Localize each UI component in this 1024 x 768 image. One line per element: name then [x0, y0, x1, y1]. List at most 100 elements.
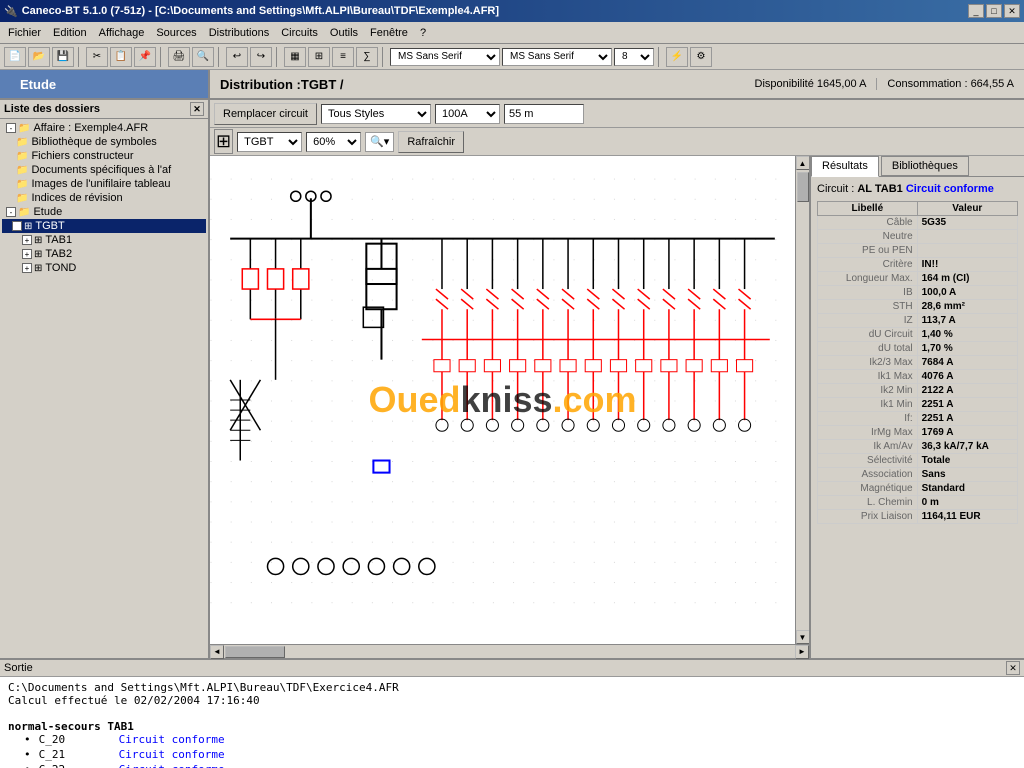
- menu-affichage[interactable]: Affichage: [93, 25, 151, 41]
- row-value: 113,7 A: [917, 314, 1017, 328]
- tree-toggle-tab1[interactable]: +: [22, 235, 32, 245]
- formula-button[interactable]: ∑: [356, 47, 378, 67]
- settings-button[interactable]: ⚙: [690, 47, 712, 67]
- list-bullet: •: [24, 763, 31, 768]
- cut-button[interactable]: ✂: [86, 47, 108, 67]
- tree-item-indices[interactable]: 📁 Indices de révision: [2, 191, 206, 205]
- hscroll-thumb[interactable]: [225, 646, 285, 658]
- menu-outils[interactable]: Outils: [324, 25, 364, 41]
- menu-circuits[interactable]: Circuits: [275, 25, 324, 41]
- tree-item-tgbt[interactable]: - ⊞ TGBT: [2, 219, 206, 233]
- tree-item-tab1[interactable]: + ⊞ TAB1: [2, 233, 206, 247]
- print-button[interactable]: 🖨: [168, 47, 190, 67]
- close-button[interactable]: ✕: [1004, 4, 1020, 18]
- paste-button[interactable]: 📌: [134, 47, 156, 67]
- table-row: dU total1,70 %: [818, 342, 1018, 356]
- tree-toggle-tgbt[interactable]: -: [12, 221, 22, 231]
- style-select[interactable]: Tous Styles: [321, 104, 431, 124]
- row-label: Ik1 Max: [818, 370, 918, 384]
- left-panel-close[interactable]: ✕: [190, 102, 204, 116]
- window-controls[interactable]: _ □ ✕: [968, 4, 1020, 18]
- zoom-select[interactable]: 60%: [306, 132, 361, 152]
- save-button[interactable]: 💾: [52, 47, 74, 67]
- circuit-name: AL TAB1: [857, 183, 902, 195]
- tree-label-indices: Indices de révision: [31, 192, 122, 204]
- menu-fenetre[interactable]: Fenêtre: [364, 25, 414, 41]
- row-value: Sans: [917, 468, 1017, 482]
- font-size-select[interactable]: 8: [614, 48, 654, 66]
- consommation-label: Consommation : 664,55 A: [876, 78, 1024, 90]
- menu-distributions[interactable]: Distributions: [203, 25, 276, 41]
- tree-item-affaire[interactable]: - 📁 Affaire : Exemple4.AFR: [2, 121, 206, 135]
- row-label: If:: [818, 412, 918, 426]
- log-items: •C_20Circuit conforme•C_21Circuit confor…: [8, 733, 1016, 768]
- schema-icon: ⊞: [214, 129, 233, 154]
- replace-circuit-button[interactable]: Remplacer circuit: [214, 103, 317, 125]
- level-select[interactable]: TGBT: [237, 132, 302, 152]
- row-value: 164 m (CI): [917, 272, 1017, 286]
- menu-sources[interactable]: Sources: [150, 25, 202, 41]
- tree-toggle[interactable]: -: [6, 123, 16, 133]
- tree-toggle-etude[interactable]: -: [6, 207, 16, 217]
- horizontal-scrollbar[interactable]: ◄ ►: [210, 644, 809, 658]
- distance-input[interactable]: [504, 104, 584, 124]
- menu-fichier[interactable]: Fichier: [2, 25, 47, 41]
- scroll-right-button[interactable]: ►: [795, 645, 809, 659]
- tree-item-fichiers[interactable]: 📁 Fichiers constructeur: [2, 149, 206, 163]
- row-label: Ik1 Min: [818, 398, 918, 412]
- scroll-up-button[interactable]: ▲: [796, 156, 810, 170]
- row-value: Standard: [917, 482, 1017, 496]
- right-panel-content: Circuit : AL TAB1 Circuit conforme Libel…: [811, 177, 1024, 658]
- toolbar-row1: 📄 📂 💾 ✂ 📋 📌 🖨 🔍 ↩ ↪ ▦ ⊞ ≡ ∑ MS Sans Seri…: [0, 44, 1024, 70]
- scroll-left-button[interactable]: ◄: [210, 645, 224, 659]
- canvas-area[interactable]: Ouedkniss.com: [210, 156, 795, 644]
- folder-icon: 📁: [16, 165, 28, 176]
- tree-item-tond[interactable]: + ⊞ TOND: [2, 261, 206, 275]
- row-label: Association: [818, 468, 918, 482]
- table-row: PE ou PEN: [818, 244, 1018, 258]
- row-value: 7684 A: [917, 356, 1017, 370]
- menu-help[interactable]: ?: [414, 25, 432, 41]
- results-table: Libellé Valeur Câble5G35NeutrePE ou PENC…: [817, 201, 1018, 524]
- tree-item-biblio[interactable]: 📁 Bibliothèque de symboles: [2, 135, 206, 149]
- table-row: STH28,6 mm²: [818, 300, 1018, 314]
- ampere-select[interactable]: 100A: [435, 104, 500, 124]
- print-preview-button[interactable]: 🔍: [192, 47, 214, 67]
- open-button[interactable]: 📂: [28, 47, 50, 67]
- minimize-button[interactable]: _: [968, 4, 984, 18]
- tree-item-docs[interactable]: 📁 Documents spécifiques à l'af: [2, 163, 206, 177]
- calc-button[interactable]: ≡: [332, 47, 354, 67]
- redo-button[interactable]: ↪: [250, 47, 272, 67]
- schematic-svg: [210, 156, 795, 644]
- sep5: [382, 47, 386, 67]
- tree-item-tab2[interactable]: + ⊞ TAB2: [2, 247, 206, 261]
- new-button[interactable]: 📄: [4, 47, 26, 67]
- tree-item-images[interactable]: 📁 Images de l'unifilaire tableau: [2, 177, 206, 191]
- row-label: Sélectivité: [818, 454, 918, 468]
- restore-button[interactable]: □: [986, 4, 1002, 18]
- scroll-thumb[interactable]: [797, 172, 809, 202]
- menu-edition[interactable]: Edition: [47, 25, 93, 41]
- circuit-info: Circuit : AL TAB1 Circuit conforme Libel…: [813, 179, 1022, 528]
- font2-select[interactable]: MS Sans Serif: [502, 48, 612, 66]
- row-label: PE ou PEN: [818, 244, 918, 258]
- title-bar: 🔌 Caneco-BT 5.1.0 (7-51z) - [C:\Document…: [0, 0, 1024, 22]
- tree-toggle-tab2[interactable]: +: [22, 249, 32, 259]
- undo-button[interactable]: ↩: [226, 47, 248, 67]
- tab-bibliotheques[interactable]: Bibliothèques: [881, 156, 969, 176]
- copy-button[interactable]: 📋: [110, 47, 132, 67]
- tree-item-etude[interactable]: - 📁 Etude: [2, 205, 206, 219]
- search-combo[interactable]: 🔍 ▾: [365, 132, 394, 152]
- tableau-icon: ⊞: [24, 221, 32, 232]
- scroll-down-button[interactable]: ▼: [796, 630, 810, 644]
- font1-select[interactable]: MS Sans Serif: [390, 48, 500, 66]
- table-button[interactable]: ▦: [284, 47, 306, 67]
- tableau-icon: ⊞: [34, 235, 42, 246]
- tree-toggle-tond[interactable]: +: [22, 263, 32, 273]
- rafraichir-button[interactable]: Rafraîchir: [398, 131, 464, 153]
- tab-resultats[interactable]: Résultats: [811, 156, 879, 177]
- bottom-close-button[interactable]: ✕: [1006, 661, 1020, 675]
- grid-button[interactable]: ⊞: [308, 47, 330, 67]
- lightning-button[interactable]: ⚡: [666, 47, 688, 67]
- vertical-scrollbar[interactable]: ▲ ▼: [795, 156, 809, 644]
